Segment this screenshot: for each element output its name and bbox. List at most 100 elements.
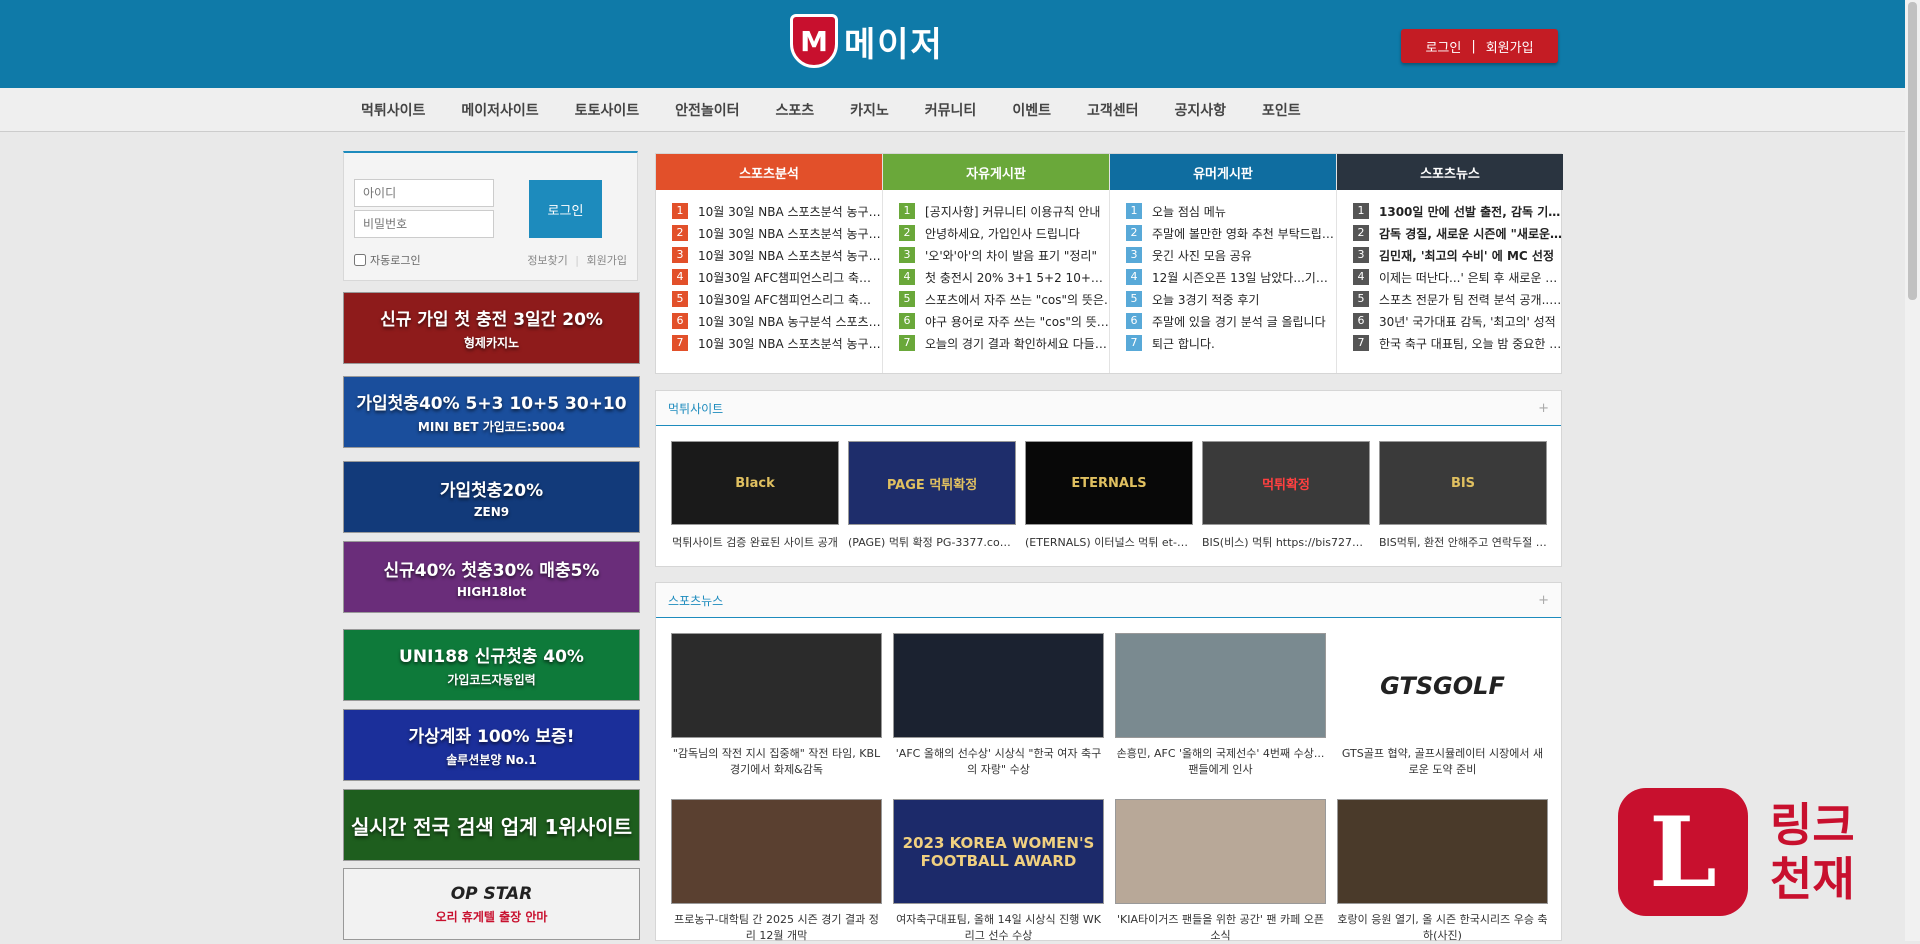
news-card[interactable]: GTSGOLF GTS골프 협약, 골프시뮬레이터 시장에서 새로운 도약 준비 <box>1337 633 1548 778</box>
news-item[interactable]: 1 [공지사항] 커뮤니티 이용규칙 안내 <box>899 200 1109 222</box>
nav-item[interactable]: 먹튀사이트 <box>343 100 443 120</box>
news-card[interactable]: 'AFC 올해의 선수상' 시상식 "한국 여자 축구의 자랑" 수상 <box>893 633 1104 778</box>
nav-item[interactable]: 메이저사이트 <box>443 100 556 120</box>
username-input[interactable] <box>354 179 494 207</box>
section-scam-sites-title[interactable]: 먹튀사이트 <box>668 400 723 417</box>
find-account-link[interactable]: 정보찾기 <box>527 254 567 267</box>
banner-ad[interactable]: 신규40% 첫충30% 매충5% HIGH18lot <box>343 541 640 613</box>
banner-ad[interactable]: UNI188 신규첫충 40% 가입코드자동입력 <box>343 629 640 701</box>
news-item[interactable]: 3 10월 30일 NBA 스포츠분석 농구분석 <box>672 244 882 266</box>
news-item[interactable]: 3 김민재, '최고의 수비' 에 MC 선정 <box>1353 244 1563 266</box>
news-card-caption[interactable]: 손흥민, AFC '올해의 국제선수' 4번째 수상...팬들에게 인사 <box>1115 746 1326 778</box>
nav-item[interactable]: 스포츠 <box>758 100 833 120</box>
scrollbar-thumb[interactable] <box>1908 2 1917 300</box>
news-item[interactable]: 6 주말에 있을 경기 분석 글 올립니다 <box>1126 310 1336 332</box>
nav-item[interactable]: 이벤트 <box>994 100 1069 120</box>
banner-ad[interactable]: 가입첫충20% ZEN9 <box>343 461 640 533</box>
news-card[interactable]: 'KIA타이거즈 팬들을 위한 공간' 팬 카페 오픈 소식 <box>1115 799 1326 944</box>
nav-item[interactable]: 공지사항 <box>1156 100 1244 120</box>
news-item[interactable]: 7 10월 30일 NBA 스포츠분석 농구분석 <box>672 332 882 354</box>
nav-item[interactable]: 안전놀이터 <box>657 100 757 120</box>
news-item-title: 이제는 떠난다...' 은퇴 후 새로운 시작 <box>1379 270 1563 285</box>
banner-ad[interactable]: 신규 가입 첫 충전 3일간 20% 형제카지노 <box>343 292 640 364</box>
news-item[interactable]: 7 한국 축구 대표팀, 오늘 밤 중요한 경기 <box>1353 332 1563 354</box>
news-item[interactable]: 3 웃긴 사진 모음 공유 <box>1126 244 1336 266</box>
nav-item[interactable]: 카지노 <box>832 100 907 120</box>
news-card-caption[interactable]: GTS골프 협약, 골프시뮬레이터 시장에서 새로운 도약 준비 <box>1337 746 1548 778</box>
news-item[interactable]: 5 스포츠에서 자주 쓰는 "cos"의 뜻은. <box>899 288 1109 310</box>
news-card-image <box>671 633 882 738</box>
news-rank: 3 <box>1126 247 1142 263</box>
news-item[interactable]: 7 퇴근 합니다. <box>1126 332 1336 354</box>
news-card[interactable]: 호랑이 응원 열기, 올 시즌 한국시리즈 우승 축하(사진) <box>1337 799 1548 944</box>
join-link[interactable]: 회원가입 <box>587 254 627 267</box>
corner-ad-line1: 링크 <box>1770 798 1855 852</box>
logo-text: 메이저 <box>844 24 944 65</box>
password-input[interactable] <box>354 210 494 238</box>
gallery-item[interactable]: PAGE 먹튀확정 (PAGE) 먹튀 확정 PG-3377.com 먹튀 <box>848 441 1016 551</box>
news-card-caption[interactable]: 프로농구-대학팀 간 2025 시즌 경기 결과 정리 12월 개막 <box>671 912 882 944</box>
news-card-caption[interactable]: "감독님의 작전 지시 집중해" 작전 타임, KBL 경기에서 화제&감독 <box>671 746 882 778</box>
gallery-item[interactable]: 먹튀확정 BIS(비스) 먹튀 https://bis7272.com 먹튀 <box>1202 441 1370 551</box>
news-card[interactable]: 프로농구-대학팀 간 2025 시즌 경기 결과 정리 12월 개막 <box>671 799 882 944</box>
news-item[interactable]: 1 10월 30일 NBA 스포츠분석 농구분석 <box>672 200 882 222</box>
site-logo[interactable]: M 메이저 <box>790 14 944 68</box>
nav-item[interactable]: 커뮤니티 <box>907 100 995 120</box>
header-login-button[interactable]: 로그인 <box>1425 37 1461 56</box>
news-item[interactable]: 7 오늘의 경기 결과 확인하세요 다들고생했습니다. <box>899 332 1109 354</box>
banner-ad[interactable]: 가상계좌 100% 보증! 솔루션분양 No.1 <box>343 709 640 781</box>
news-item[interactable]: 2 안녕하세요, 가입인사 드립니다 <box>899 222 1109 244</box>
gallery-caption[interactable]: (PAGE) 먹튀 확정 PG-3377.com 먹튀 <box>848 535 1016 551</box>
news-item[interactable]: 1 1300일 만에 선발 출전, 감독 기대 커져 <box>1353 200 1563 222</box>
news-card[interactable]: 2023 KOREA WOMEN'S FOOTBALL AWARD 여자축구대표팀… <box>893 799 1104 944</box>
news-item[interactable]: 5 스포츠 전문가 팀 전력 분석 공개..'우승' <box>1353 288 1563 310</box>
news-card[interactable]: "감독님의 작전 지시 집중해" 작전 타임, KBL 경기에서 화제&감독 <box>671 633 882 778</box>
banner-ad[interactable]: 실시간 전국 검색 업계 1위사이트 <box>343 789 640 861</box>
news-item[interactable]: 4 첫 충전시 20% 3+1 5+2 10+3 이벤트 <box>899 266 1109 288</box>
page-scrollbar[interactable] <box>1905 0 1920 941</box>
news-tab[interactable]: 자유게시판 <box>883 154 1109 190</box>
gallery-item[interactable]: ETERNALS (ETERNALS) 이터널스 먹튀 et-01.com <box>1025 441 1193 551</box>
news-card-caption[interactable]: 호랑이 응원 열기, 올 시즌 한국시리즈 우승 축하(사진) <box>1337 912 1548 944</box>
news-item[interactable]: 1 오늘 점심 메뉴 <box>1126 200 1336 222</box>
news-item[interactable]: 5 10월30일 AFC챔피언스리그 축구분석 <box>672 288 882 310</box>
gallery-caption[interactable]: BIS(비스) 먹튀 https://bis7272.com 먹튀 <box>1202 535 1370 551</box>
news-item[interactable]: 2 주말에 볼만한 영화 추천 부탁드립니다 <box>1126 222 1336 244</box>
nav-item[interactable]: 포인트 <box>1244 100 1319 120</box>
news-tab[interactable]: 스포츠분석 <box>656 154 882 190</box>
section-sports-news-title[interactable]: 스포츠뉴스 <box>668 592 723 609</box>
news-card[interactable]: 손흥민, AFC '올해의 국제선수' 4번째 수상...팬들에게 인사 <box>1115 633 1326 778</box>
banner-ad[interactable]: OP STAR 오리 휴게텔 출장 안마 <box>343 868 640 940</box>
login-submit-button[interactable]: 로그인 <box>529 180 602 238</box>
auto-login[interactable]: 자동로그인 <box>354 252 421 268</box>
section-more-icon[interactable]: + <box>1538 593 1549 608</box>
news-item[interactable]: 5 오늘 3경기 적중 후기 <box>1126 288 1336 310</box>
news-tab[interactable]: 유머게시판 <box>1110 154 1336 190</box>
news-card-caption[interactable]: 'KIA타이거즈 팬들을 위한 공간' 팬 카페 오픈 소식 <box>1115 912 1326 944</box>
nav-item[interactable]: 고객센터 <box>1069 100 1157 120</box>
gallery-caption[interactable]: 먹튀사이트 검증 완료된 사이트 공개 <box>671 535 839 551</box>
news-item[interactable]: 4 이제는 떠난다...' 은퇴 후 새로운 시작 <box>1353 266 1563 288</box>
news-item[interactable]: 6 30년' 국가대표 감독, '최고의' 성적 <box>1353 310 1563 332</box>
news-card-caption[interactable]: 여자축구대표팀, 올해 14일 시상식 진행 WK리그 선수 수상 <box>893 912 1104 944</box>
news-item[interactable]: 4 10월30일 AFC챔피언스리그 축구분석 <box>672 266 882 288</box>
news-item[interactable]: 2 감독 경질, 새로운 시즌에 "새로운 시작" <box>1353 222 1563 244</box>
news-item[interactable]: 3 '오'와'아'의 차이 발음 표기 "정리" <box>899 244 1109 266</box>
section-more-icon[interactable]: + <box>1538 401 1549 416</box>
news-item[interactable]: 4 12월 시즌오픈 13일 남았다...기대중 <box>1126 266 1336 288</box>
gallery-caption[interactable]: (ETERNALS) 이터널스 먹튀 et-01.com <box>1025 535 1193 551</box>
header-signup-button[interactable]: 회원가입 <box>1486 37 1534 56</box>
news-item[interactable]: 6 야구 용어로 자주 쓰는 "cos"의 뜻은. <box>899 310 1109 332</box>
news-item[interactable]: 2 10월 30일 NBA 스포츠분석 농구분석 <box>672 222 882 244</box>
gallery-item[interactable]: Black 먹튀사이트 검증 완료된 사이트 공개 <box>671 441 839 551</box>
gallery-item[interactable]: BIS BIS먹튀, 환전 안해주고 연락두절 40만원 <box>1379 441 1547 551</box>
news-card-caption[interactable]: 'AFC 올해의 선수상' 시상식 "한국 여자 축구의 자랑" 수상 <box>893 746 1104 778</box>
gallery-caption[interactable]: BIS먹튀, 환전 안해주고 연락두절 40만원 <box>1379 535 1547 551</box>
auto-login-checkbox[interactable] <box>354 254 366 266</box>
banner-ad[interactable]: 가입첫충40% 5+3 10+5 30+10 MINI BET 가입코드:5004 <box>343 376 640 448</box>
news-item-title: 안녕하세요, 가입인사 드립니다 <box>925 226 1080 241</box>
nav-item[interactable]: 토토사이트 <box>557 100 657 120</box>
corner-ad[interactable]: L 링크 천재 <box>1618 788 1855 916</box>
news-tab[interactable]: 스포츠뉴스 <box>1337 154 1563 190</box>
news-item[interactable]: 6 10월 30일 NBA 농구분석 스포츠분석 <box>672 310 882 332</box>
